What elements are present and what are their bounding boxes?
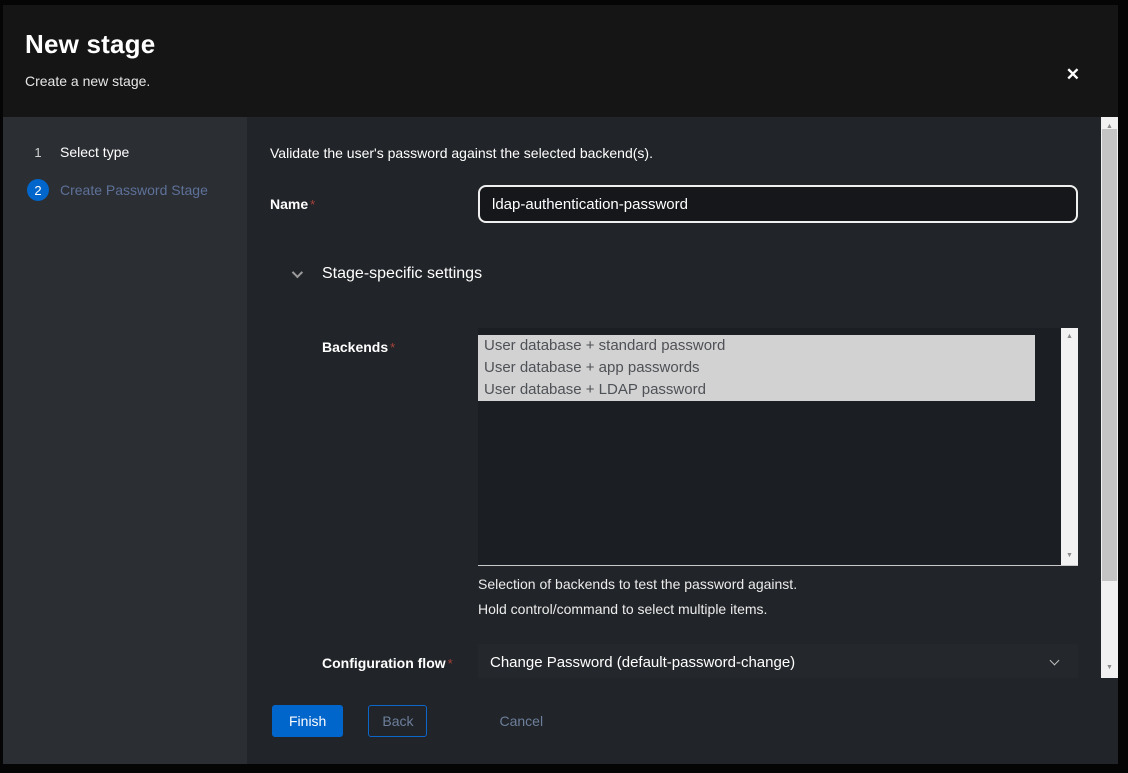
section-title: Stage-specific settings [322,265,482,283]
required-marker: * [310,197,315,212]
backends-option-selected[interactable]: User database + app passwords [478,357,1035,379]
chevron-down-icon [292,267,303,278]
back-button[interactable]: Back [368,705,427,737]
name-field-row: Name* [270,185,1078,223]
wizard-main: Validate the user's password against the… [247,117,1118,764]
step-label: Create Password Stage [60,182,208,198]
page-title: New stage [25,29,155,59]
backends-listbox[interactable]: User database + standard password User d… [478,328,1078,566]
backends-help: Hold control/command to select multiple … [478,601,1078,618]
modal-header: New stage Create a new stage. ✕ [3,5,1118,117]
modal-footer: Finish Back Cancel [247,678,1118,764]
stage-specific-settings-toggle[interactable]: Stage-specific settings [270,265,1078,283]
new-stage-modal: New stage Create a new stage. ✕ 1 Select… [3,5,1118,764]
backends-label: Backends* [270,328,478,355]
scroll-down-icon[interactable]: ▼ [1106,663,1113,673]
required-marker: * [390,340,395,355]
scroll-area: Validate the user's password against the… [247,117,1118,678]
required-marker: * [448,656,453,671]
selected-flow-value: Change Password (default-password-change… [490,654,795,671]
name-label: Name* [270,196,478,212]
wizard-step-select-type[interactable]: 1 Select type [27,141,247,163]
scroll-down-icon[interactable]: ▼ [1066,551,1073,561]
scrollbar-thumb[interactable] [1102,129,1117,581]
chevron-down-icon [1050,656,1060,666]
backends-option-selected[interactable]: User database + standard password [478,335,1035,357]
configuration-flow-select[interactable]: Change Password (default-password-change… [478,644,1078,678]
modal-subtitle: Create a new stage. [25,73,155,89]
modal-header-text: New stage Create a new stage. [25,29,155,117]
wizard-step-create-password-stage[interactable]: 2 Create Password Stage [27,179,247,201]
finish-button[interactable]: Finish [272,705,343,737]
close-icon[interactable]: ✕ [1066,33,1080,117]
wizard-nav: 1 Select type 2 Create Password Stage [3,117,247,764]
stage-form: Validate the user's password against the… [247,117,1101,678]
stage-description: Validate the user's password against the… [270,143,1078,163]
step-number-badge: 2 [27,179,49,201]
backends-option-selected[interactable]: User database + LDAP password [478,379,1035,401]
configuration-flow-label: Configuration flow* [270,644,478,671]
cancel-button[interactable]: Cancel [495,705,547,737]
step-label: Select type [60,144,129,160]
listbox-scrollbar[interactable]: ▲ ▼ [1061,328,1078,565]
modal-scrollbar[interactable]: ▲ ▼ [1101,117,1118,678]
backends-help: Selection of backends to test the passwo… [478,576,1078,593]
name-input[interactable] [478,185,1078,223]
modal-body: 1 Select type 2 Create Password Stage Va… [3,117,1118,764]
scroll-up-icon[interactable]: ▲ [1066,332,1073,342]
step-number: 1 [27,141,49,163]
backends-field-row: Backends* User database + standard passw… [270,328,1078,618]
configuration-flow-row: Configuration flow* Change Password (def… [270,644,1078,678]
